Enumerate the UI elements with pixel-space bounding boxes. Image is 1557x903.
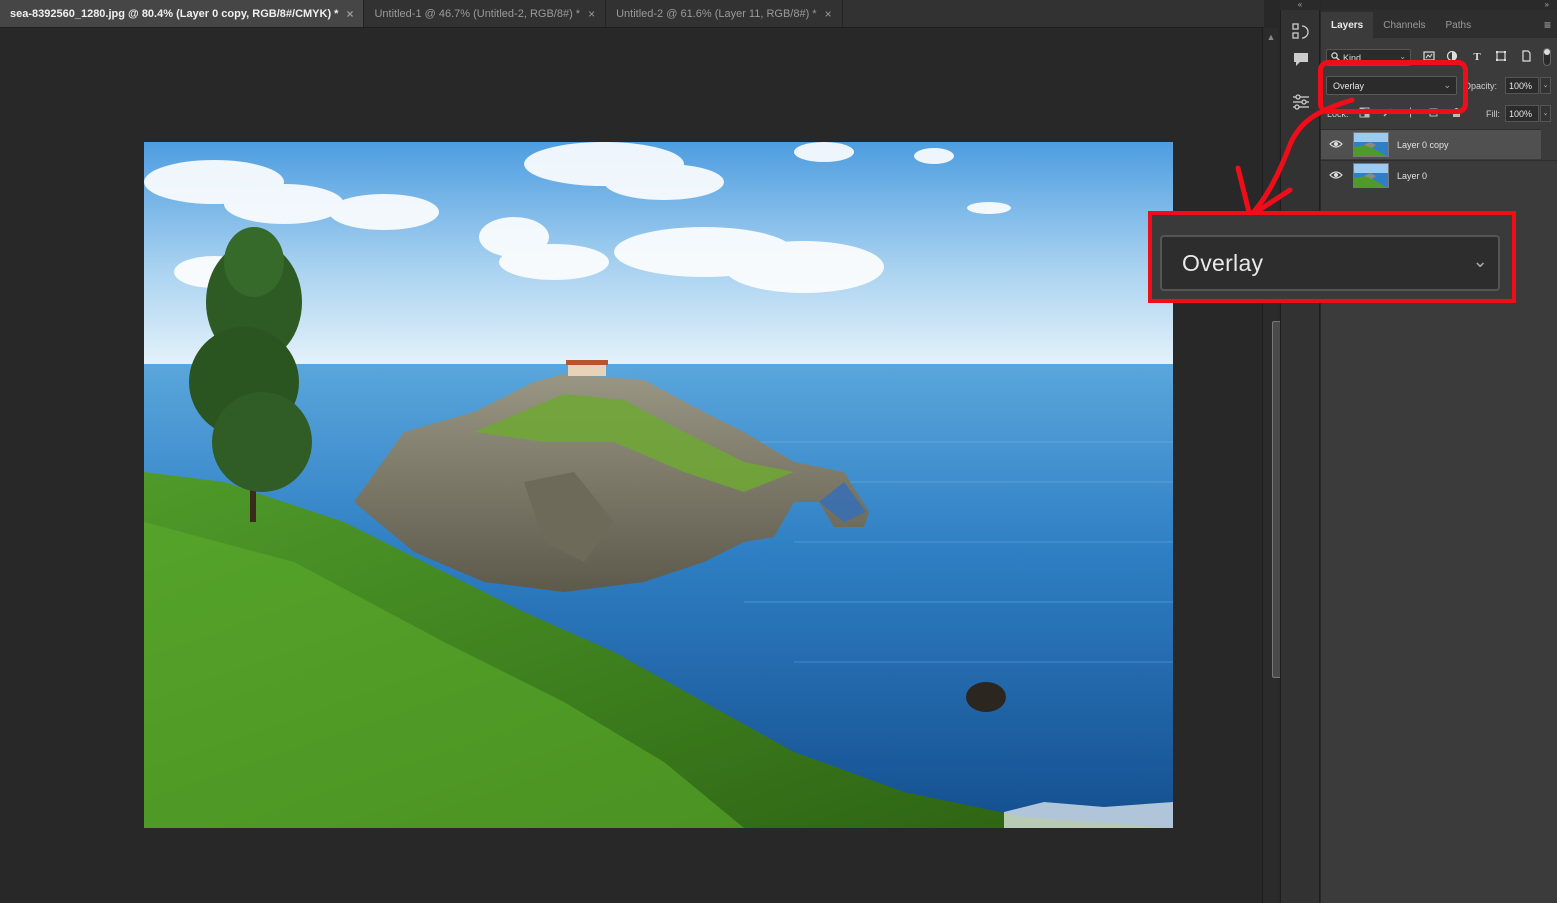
tab-untitled-2[interactable]: Untitled-2 @ 61.6% (Layer 11, RGB/8#) * … [606, 0, 843, 27]
filter-toggle-switch[interactable] [1543, 48, 1551, 66]
tab-label: Untitled-2 @ 61.6% (Layer 11, RGB/8#) * [616, 7, 817, 20]
tab-label: sea-8392560_1280.jpg @ 80.4% (Layer 0 co… [10, 7, 339, 20]
chevron-down-icon: ⌄ [1399, 52, 1406, 61]
scroll-up-icon[interactable]: ▲ [1263, 30, 1279, 44]
chevron-down-icon: ⌄ [1443, 80, 1451, 90]
tab-channels[interactable]: Channels [1373, 12, 1435, 38]
close-icon[interactable]: × [346, 7, 353, 21]
chevron-down-icon: ⌄ [1472, 251, 1488, 271]
panel-icon-dock [1280, 10, 1320, 903]
lock-artboard-icon[interactable] [1428, 107, 1439, 118]
vertical-scrollbar[interactable]: ▲ [1262, 28, 1282, 903]
lock-transparent-icon[interactable] [1359, 107, 1370, 118]
fill-slider-icon[interactable]: ⌄ [1540, 105, 1551, 122]
lock-position-move-icon[interactable] [1405, 107, 1416, 118]
fill-label: Fill: [1486, 109, 1500, 119]
document-image[interactable] [144, 142, 1173, 828]
layer-name[interactable]: Layer 0 [1397, 171, 1427, 181]
visibility-eye-icon[interactable] [1325, 169, 1347, 183]
layers-panel: Layers Channels Paths ≡ Kind ⌄ T Overlay [1321, 10, 1557, 903]
layer-thumbnail [1353, 132, 1389, 157]
type-filter-icon[interactable]: T [1470, 50, 1484, 64]
zoomed-blend-mode-dropdown: Overlay ⌄ [1160, 235, 1500, 291]
close-icon[interactable]: × [825, 7, 832, 21]
layer-row-layer-0-copy[interactable]: Layer 0 copy [1321, 129, 1541, 159]
adjustments-icon[interactable] [1289, 92, 1313, 114]
tab-paths[interactable]: Paths [1436, 12, 1482, 38]
lock-all-icon[interactable] [1451, 107, 1462, 118]
dock-collapse-icon[interactable]: « [1280, 0, 1320, 10]
layer-row-layer-0[interactable]: Layer 0 [1321, 160, 1557, 190]
annotation-zoom-callout: Overlay ⌄ [1148, 211, 1516, 303]
panel-menu-icon[interactable]: ≡ [1544, 18, 1551, 32]
blend-mode-dropdown[interactable]: Overlay ⌄ [1326, 76, 1457, 95]
opacity-input[interactable]: 100% [1505, 77, 1539, 94]
fill-input[interactable]: 100% [1505, 105, 1539, 122]
adjustment-filter-icon[interactable] [1445, 50, 1459, 64]
opacity-slider-icon[interactable]: ⌄ [1540, 77, 1551, 94]
layer-name[interactable]: Layer 0 copy [1397, 140, 1449, 150]
panel-expand-icon[interactable]: » [1321, 0, 1557, 10]
smart-object-filter-icon[interactable] [1519, 50, 1533, 64]
filter-kind-label: Kind [1343, 52, 1362, 63]
panel-tab-bar: Layers Channels Paths ≡ [1321, 10, 1557, 38]
lock-image-brush-icon[interactable] [1382, 107, 1393, 118]
canvas-area[interactable] [0, 28, 1262, 903]
shape-filter-icon[interactable] [1494, 50, 1508, 64]
document-tab-bar: sea-8392560_1280.jpg @ 80.4% (Layer 0 co… [0, 0, 1264, 28]
tab-label: Untitled-1 @ 46.7% (Untitled-2, RGB/8#) … [374, 7, 581, 20]
tab-layers[interactable]: Layers [1321, 12, 1374, 38]
filter-kind-dropdown[interactable]: Kind ⌄ [1326, 49, 1411, 66]
landscape-photo [144, 142, 1173, 828]
visibility-eye-icon[interactable] [1325, 138, 1347, 152]
close-icon[interactable]: × [588, 7, 595, 21]
layer-thumbnail [1353, 163, 1389, 188]
pixel-filter-icon[interactable] [1422, 50, 1436, 64]
opacity-label: Opacity: [1464, 81, 1498, 91]
tab-untitled-1[interactable]: Untitled-1 @ 46.7% (Untitled-2, RGB/8#) … [364, 0, 607, 27]
lock-label: Lock: [1327, 109, 1349, 119]
blend-mode-label: Overlay [1333, 80, 1365, 91]
history-icon[interactable] [1289, 22, 1313, 44]
comment-icon[interactable] [1289, 50, 1313, 72]
photoshop-window: sea-8392560_1280.jpg @ 80.4% (Layer 0 co… [0, 0, 1557, 903]
tab-sea-image[interactable]: sea-8392560_1280.jpg @ 80.4% (Layer 0 co… [0, 0, 365, 27]
zoomed-blend-mode-label: Overlay [1182, 249, 1264, 276]
search-icon [1331, 52, 1340, 63]
